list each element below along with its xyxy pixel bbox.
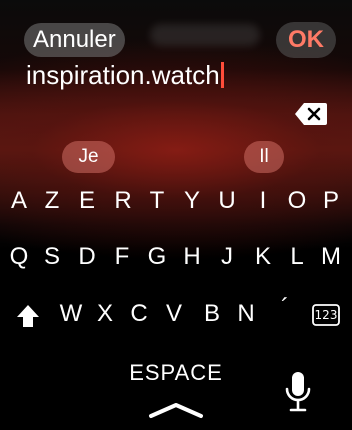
suggestion-il[interactable]: Il bbox=[244, 141, 284, 173]
key-m[interactable]: M bbox=[316, 239, 346, 275]
key-i[interactable]: I bbox=[248, 183, 278, 219]
key-n[interactable]: N bbox=[231, 296, 261, 332]
text-caret bbox=[220, 62, 224, 88]
space-key[interactable]: ESPACE bbox=[106, 356, 246, 390]
key-k[interactable]: K bbox=[248, 239, 278, 275]
cancel-button[interactable]: Annuler bbox=[24, 23, 125, 57]
key-e[interactable]: E bbox=[72, 183, 102, 219]
key-o[interactable]: O bbox=[282, 183, 312, 219]
keyboard-row-1: A Z E R T Y U I O P bbox=[0, 183, 352, 219]
numbers-123-icon[interactable]: 123 bbox=[312, 304, 340, 326]
key-h[interactable]: H bbox=[177, 239, 207, 275]
chevron-up-icon[interactable] bbox=[147, 400, 205, 420]
key-x[interactable]: X bbox=[90, 296, 120, 332]
numbers-key-label: 123 bbox=[314, 308, 338, 322]
key-y[interactable]: Y bbox=[177, 183, 207, 219]
key-f[interactable]: F bbox=[107, 239, 137, 275]
key-u[interactable]: U bbox=[212, 183, 242, 219]
shift-arrow-icon[interactable] bbox=[15, 303, 41, 329]
backspace-icon[interactable] bbox=[294, 102, 328, 126]
key-t[interactable]: T bbox=[142, 183, 172, 219]
keyboard-row-3: W X C V B N ´ 123 bbox=[0, 294, 352, 332]
key-r[interactable]: R bbox=[108, 183, 138, 219]
key-acute-accent[interactable]: ´ bbox=[270, 290, 300, 326]
ok-button[interactable]: OK bbox=[276, 22, 336, 58]
key-j[interactable]: J bbox=[212, 239, 242, 275]
key-d[interactable]: D bbox=[72, 239, 102, 275]
text-input-field[interactable]: inspiration.watch bbox=[26, 58, 276, 92]
blurred-background-text bbox=[150, 24, 260, 46]
key-s[interactable]: S bbox=[37, 239, 67, 275]
key-b[interactable]: B bbox=[197, 296, 227, 332]
key-a[interactable]: A bbox=[4, 183, 34, 219]
suggestion-je[interactable]: Je bbox=[62, 141, 115, 173]
key-z[interactable]: Z bbox=[37, 183, 67, 219]
key-q[interactable]: Q bbox=[4, 239, 34, 275]
key-w[interactable]: W bbox=[56, 296, 86, 332]
keyboard-row-2: Q S D F G H J K L M bbox=[0, 239, 352, 275]
input-value: inspiration.watch bbox=[26, 60, 220, 90]
key-l[interactable]: L bbox=[282, 239, 312, 275]
key-c[interactable]: C bbox=[124, 296, 154, 332]
key-v[interactable]: V bbox=[159, 296, 189, 332]
key-p[interactable]: P bbox=[316, 183, 346, 219]
microphone-icon[interactable] bbox=[284, 370, 312, 414]
key-g[interactable]: G bbox=[142, 239, 172, 275]
